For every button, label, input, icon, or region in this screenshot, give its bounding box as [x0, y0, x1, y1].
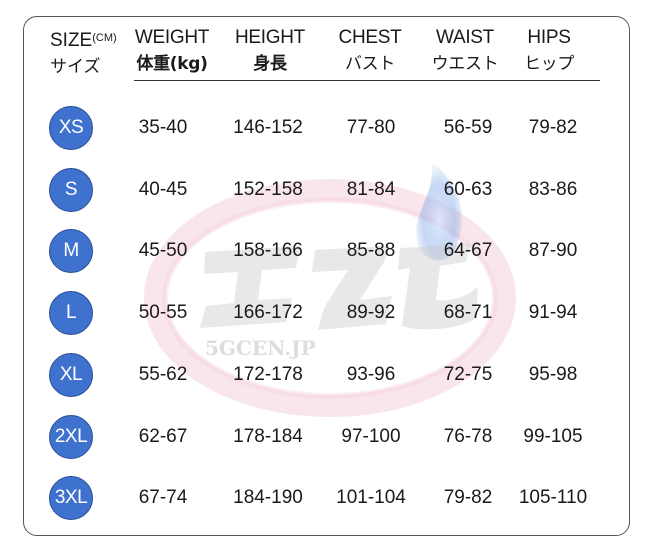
header-size-en: SIZE — [50, 30, 93, 51]
hips-cell: 87-90 — [528, 240, 578, 261]
size-badge: 2XL — [49, 415, 93, 459]
weight-cell: 67-74 — [138, 487, 188, 508]
hips-cell: 79-82 — [528, 117, 578, 138]
height-cell: 178-184 — [233, 426, 303, 447]
chest-cell: 89-92 — [346, 302, 396, 323]
header-size-jp: サイズ — [50, 57, 101, 77]
header-weight-jp: 体重(kg) — [136, 54, 208, 74]
chest-cell: 101-104 — [336, 487, 406, 508]
chest-cell: 77-80 — [346, 117, 396, 138]
size-badge: XS — [49, 106, 93, 150]
header-hips: HIPS ヒップ — [499, 25, 599, 77]
header-chest: CHEST バスト — [320, 25, 420, 77]
table-row: L 50-55 166-172 89-92 68-71 91-94 — [0, 291, 650, 335]
header-weight: WEIGHT 体重(kg) — [122, 25, 222, 77]
header-size-unit: (CM) — [92, 32, 117, 44]
weight-cell: 35-40 — [138, 117, 188, 138]
weight-cell: 50-55 — [138, 302, 188, 323]
height-cell: 152-158 — [233, 179, 303, 200]
weight-cell: 40-45 — [138, 179, 188, 200]
height-cell: 166-172 — [233, 302, 303, 323]
table-row: 2XL 62-67 178-184 97-100 76-78 99-105 — [0, 415, 650, 459]
hips-cell: 99-105 — [523, 426, 583, 447]
height-cell: 146-152 — [233, 117, 303, 138]
weight-cell: 55-62 — [138, 364, 188, 385]
header-height-jp: 身長 — [253, 54, 287, 74]
header-divider — [134, 80, 600, 81]
height-cell: 158-166 — [233, 240, 303, 261]
chest-cell: 85-88 — [346, 240, 396, 261]
hips-cell: 83-86 — [528, 179, 578, 200]
size-badge: XL — [49, 353, 93, 397]
hips-cell: 95-98 — [528, 364, 578, 385]
table-row: 3XL 67-74 184-190 101-104 79-82 105-110 — [0, 476, 650, 520]
header-weight-en: WEIGHT — [134, 27, 210, 48]
hips-cell: 91-94 — [528, 302, 578, 323]
header-hips-en: HIPS — [527, 27, 571, 48]
height-cell: 172-178 — [233, 364, 303, 385]
header-chest-jp: バスト — [344, 54, 396, 74]
table-row: XL 55-62 172-178 93-96 72-75 95-98 — [0, 353, 650, 397]
header-size: SIZE(CM) サイズ — [50, 25, 117, 80]
weight-cell: 62-67 — [138, 426, 188, 447]
hips-cell: 105-110 — [518, 487, 588, 508]
header-hips-jp: ヒップ — [523, 54, 575, 74]
height-cell: 184-190 — [233, 487, 303, 508]
weight-cell: 45-50 — [138, 240, 188, 261]
chest-cell: 93-96 — [346, 364, 396, 385]
chest-cell: 81-84 — [346, 179, 396, 200]
header-chest-en: CHEST — [338, 27, 402, 48]
chest-cell: 97-100 — [341, 426, 401, 447]
table-row: S 40-45 152-158 81-84 60-63 83-86 — [0, 168, 650, 212]
table-row: M 45-50 158-166 85-88 64-67 87-90 — [0, 229, 650, 273]
size-badge: S — [49, 168, 93, 212]
header-height-en: HEIGHT — [235, 27, 305, 48]
table-row: XS 35-40 146-152 77-80 56-59 79-82 — [0, 106, 650, 150]
header-height: HEIGHT 身長 — [220, 25, 320, 77]
size-badge: L — [49, 291, 93, 335]
size-badge: M — [49, 229, 93, 273]
size-badge: 3XL — [49, 476, 93, 520]
